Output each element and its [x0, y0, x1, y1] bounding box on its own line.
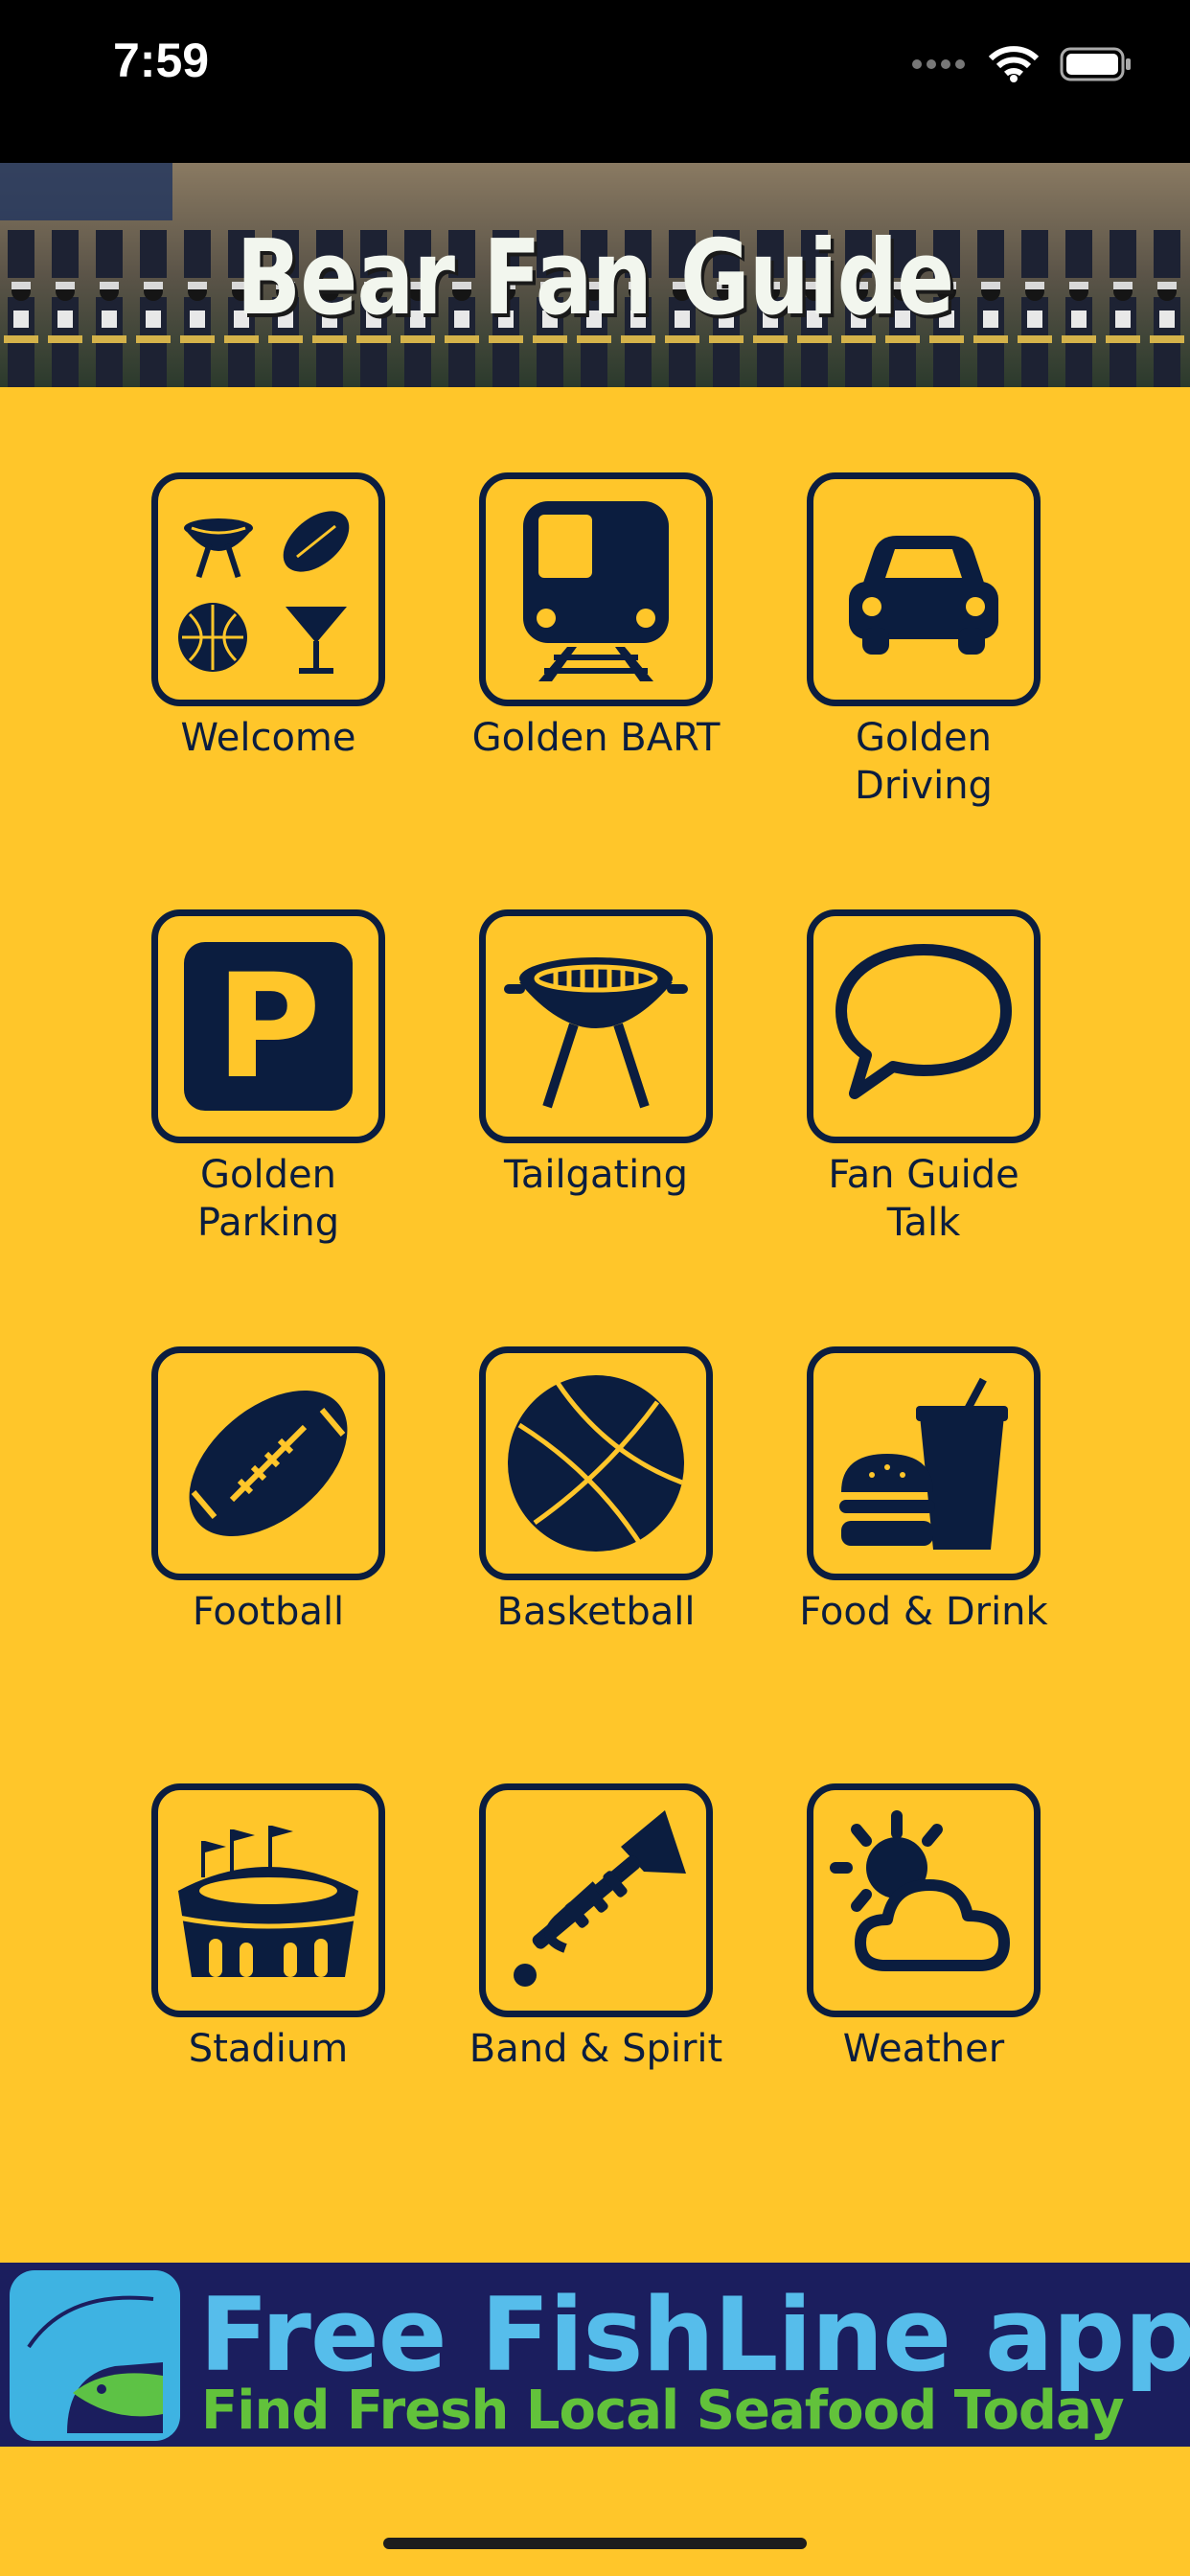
tile-golden-bart[interactable]: Golden BART [431, 472, 761, 762]
tile-tailgating[interactable]: Tailgating [431, 909, 761, 1199]
status-bar: 7:59 [0, 0, 1190, 163]
tile-golden-parking[interactable]: P Golden Parking [103, 909, 433, 1247]
parking-icon: P [184, 942, 353, 1111]
tile-label: Fan Guide Talk [828, 1153, 1019, 1245]
status-time: 7:59 [113, 34, 210, 87]
fish-hook-icon [27, 2295, 163, 2433]
battery-icon [1060, 47, 1131, 81]
wifi-icon [989, 46, 1039, 82]
app-title: Bear Fan Guide [236, 218, 955, 338]
food-drink-icon [839, 1377, 1008, 1550]
tile-label: Golden Parking [196, 1153, 340, 1245]
football-icon [189, 1390, 348, 1537]
stadium-icon [177, 1826, 359, 1977]
home-indicator[interactable] [383, 2538, 807, 2549]
ad-tagline: Find Fresh Local Seafood Today [201, 2380, 1125, 2442]
ad-headline: Free FishLine app [199, 2276, 1190, 2394]
signal-icon [912, 59, 965, 69]
tile-weather[interactable]: Weather [759, 1783, 1088, 2073]
tile-label: Stadium [188, 2027, 349, 2071]
tile-label: Food & Drink [799, 1590, 1048, 1634]
tile-label: Tailgating [504, 1153, 688, 1197]
status-icons [910, 46, 1133, 82]
tile-football[interactable]: Football [103, 1346, 433, 1636]
tile-label: Weather [842, 2027, 1005, 2071]
train-icon [523, 501, 669, 681]
ad-banner[interactable]: Free FishLine app Find Fresh Local Seafo… [0, 2263, 1190, 2447]
welcome-icon [178, 511, 350, 674]
tile-food-drink[interactable]: Food & Drink [759, 1346, 1088, 1636]
tile-label: Golden BART [471, 716, 721, 760]
tile-band-spirit[interactable]: Band & Spirit [431, 1783, 761, 2073]
car-icon [849, 536, 998, 655]
tile-label: Golden Driving [855, 716, 993, 808]
tile-label: Football [192, 1590, 345, 1634]
tile-label: Band & Spirit [469, 2027, 723, 2071]
svg-text:P: P [216, 944, 321, 1111]
tile-golden-driving[interactable]: Golden Driving [759, 472, 1088, 810]
grill-icon [504, 957, 688, 1109]
fishline-logo [10, 2270, 180, 2441]
speech-bubble-icon [835, 944, 1012, 1099]
tile-welcome[interactable]: Welcome [103, 472, 433, 762]
basketball-icon [508, 1375, 684, 1552]
tile-label: Basketball [496, 1590, 696, 1634]
trumpet-icon [514, 1810, 686, 1987]
partly-cloudy-icon [830, 1810, 1010, 1971]
tile-fan-guide-talk[interactable]: Fan Guide Talk [759, 909, 1088, 1247]
tile-stadium[interactable]: Stadium [103, 1783, 433, 2073]
tile-basketball[interactable]: Basketball [431, 1346, 761, 1636]
tile-label: Welcome [180, 716, 356, 760]
